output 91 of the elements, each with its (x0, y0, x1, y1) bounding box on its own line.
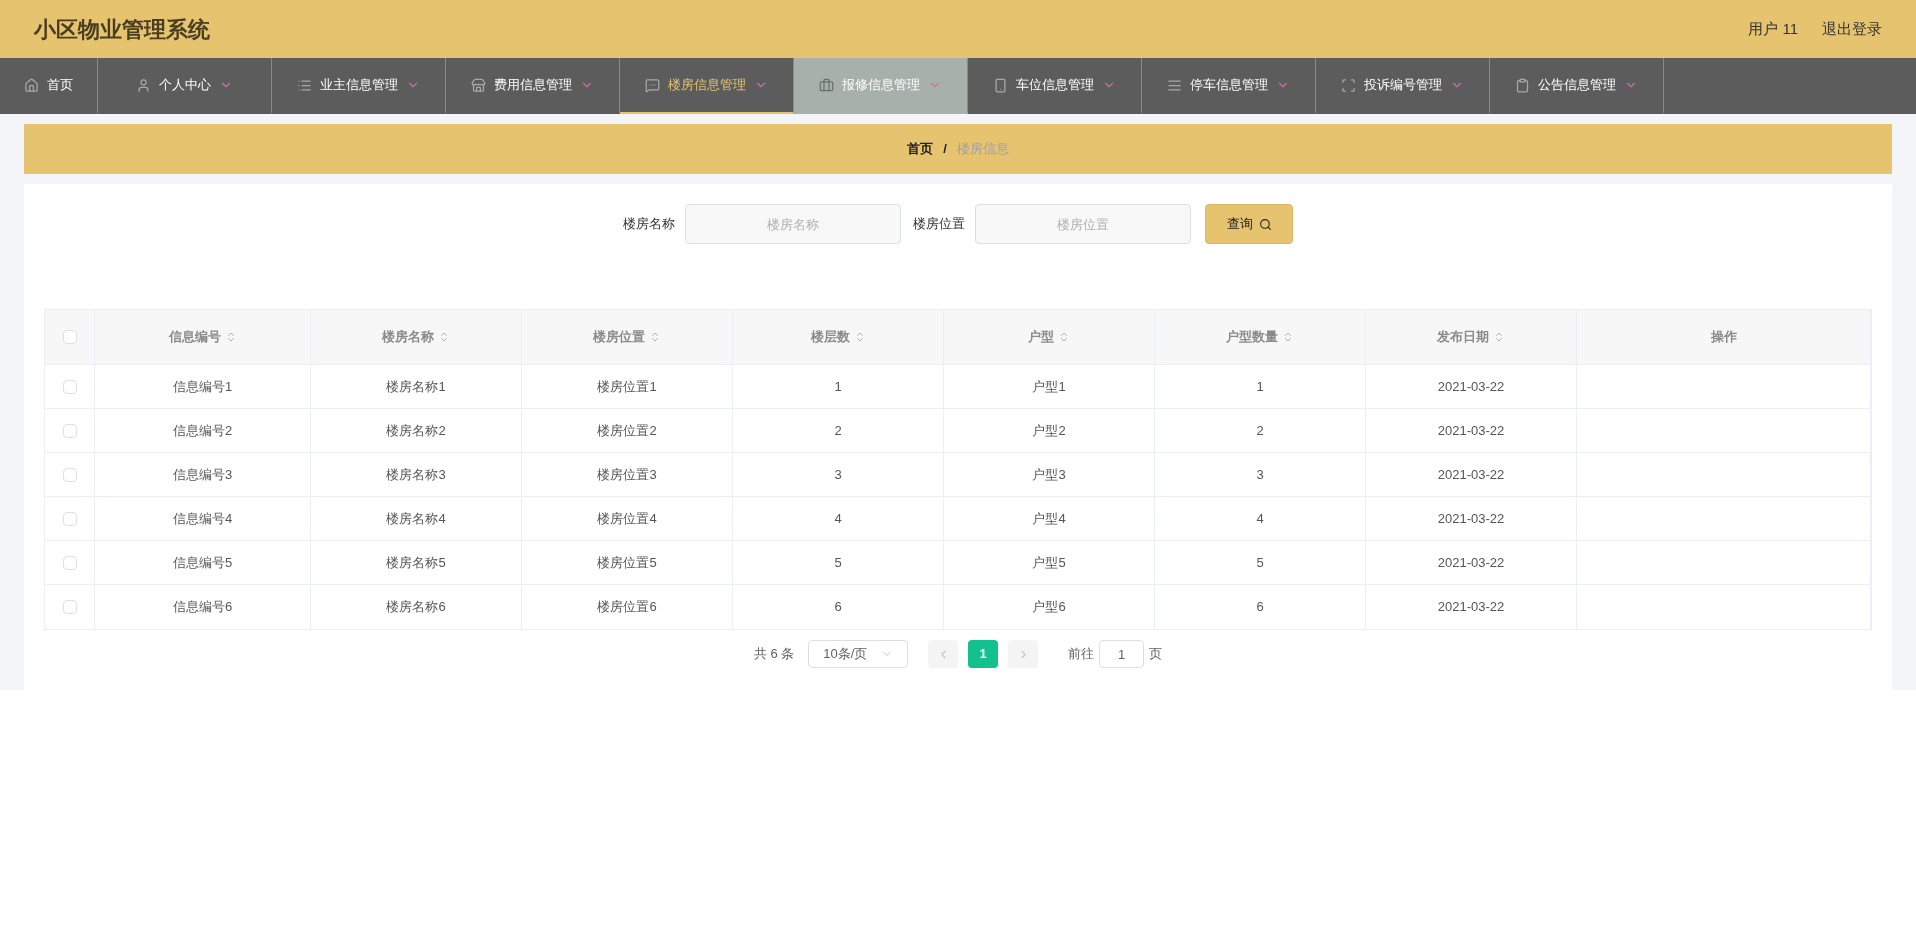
table-cell-text: 楼房名称5 (386, 553, 446, 572)
table-cell-text: 信息编号3 (172, 465, 233, 484)
checkbox[interactable] (62, 330, 77, 344)
column-header: 楼房位置 (593, 328, 645, 347)
goto-page-field[interactable]: 1 (1099, 640, 1145, 668)
table-cell-text: 楼房位置5 (597, 553, 657, 572)
breadcrumb-separator: / (943, 140, 947, 159)
table-cell-text: 信息编号1 (172, 377, 233, 396)
column-header: 户型数量 (1226, 328, 1278, 347)
breadcrumb-current: 楼房信息 (956, 140, 1009, 159)
lines-icon (1167, 77, 1182, 93)
sort-icon[interactable] (649, 331, 661, 343)
table-cell-text: 楼房名称3 (386, 465, 446, 484)
field-label: 楼房位置 (913, 215, 965, 234)
table-cell-text: 2021-03-22 (1437, 377, 1505, 396)
table-cell-text: 楼房名称2 (386, 421, 446, 440)
table-cell-text: 2021-03-22 (1437, 553, 1505, 572)
table-cell-text: 户型4 (1032, 509, 1066, 528)
table-cell-text: 2021-03-22 (1437, 598, 1505, 617)
table-cell-text: 信息编号5 (172, 553, 233, 572)
table-cell-text: 楼房名称4 (386, 509, 446, 528)
table-cell-text: 楼房位置4 (597, 509, 657, 528)
table-cell-text: 楼房名称6 (386, 598, 446, 617)
store-icon (471, 77, 486, 93)
field-label: 楼房名称 (623, 215, 675, 234)
checkbox[interactable] (62, 555, 77, 570)
next-page-button[interactable] (1008, 640, 1039, 668)
home-icon (24, 77, 39, 93)
table-cell-text: 1 (834, 377, 842, 396)
column-header: 户型 (1028, 328, 1054, 347)
table-cell-text: 2 (1256, 421, 1264, 440)
sort-icon[interactable] (438, 331, 450, 343)
user-icon (136, 77, 151, 93)
table-cell-text: 户型3 (1032, 465, 1066, 484)
breadcrumb-link[interactable]: 首页 (907, 139, 934, 159)
table-cell-text: 3 (834, 465, 842, 484)
table-cell-text: 2021-03-22 (1437, 465, 1505, 484)
table-cell-text: 2 (834, 421, 842, 440)
search-icon (1258, 217, 1272, 231)
total-count: 共 6 条 (753, 645, 795, 664)
phone-icon (993, 77, 1008, 93)
checkbox[interactable] (62, 379, 77, 394)
table-cell-text: 楼房位置2 (597, 421, 657, 440)
clipboard-icon (1515, 77, 1530, 93)
table-cell-text: 楼房位置1 (597, 377, 657, 396)
goto-suffix: 页 (1149, 645, 1163, 664)
app-title: 小区物业管理系统 (34, 15, 210, 44)
table-cell-text: 楼房位置3 (597, 465, 657, 484)
checkbox[interactable] (62, 467, 77, 482)
page-size-select[interactable]: 10条/页 (808, 640, 909, 668)
search-field[interactable]: 楼房位置 (975, 204, 1191, 244)
sort-icon[interactable] (1058, 331, 1070, 343)
table-cell-text: 楼房名称1 (386, 377, 446, 396)
table-cell-text: 信息编号6 (172, 598, 233, 617)
table-cell-text: 4 (834, 509, 842, 528)
goto-label: 前往 (1068, 645, 1095, 664)
checkbox[interactable] (62, 600, 77, 614)
checkbox[interactable] (62, 423, 77, 438)
table-cell-text: 楼房位置6 (597, 598, 657, 617)
table-cell-text: 户型5 (1032, 553, 1066, 572)
list-icon (297, 77, 312, 93)
table-cell-text: 6 (1256, 598, 1264, 617)
user-name: 用户 11 (1748, 18, 1798, 39)
table-cell-text: 户型1 (1032, 377, 1066, 396)
logout-link[interactable]: 退出登录 (1822, 17, 1882, 41)
table-cell-text: 5 (1256, 553, 1264, 572)
column-header: 楼层数 (810, 328, 850, 347)
column-header: 操作 (1710, 328, 1737, 347)
column-header: 信息编号 (168, 328, 221, 347)
table-cell-text: 3 (1256, 465, 1264, 484)
table-cell-text: 户型6 (1032, 598, 1066, 617)
table-cell-text: 信息编号4 (172, 509, 233, 528)
sort-icon[interactable] (1282, 331, 1294, 343)
table-cell-text: 1 (1256, 377, 1264, 396)
table-cell-text: 2021-03-22 (1437, 421, 1505, 440)
checkbox[interactable] (62, 511, 77, 526)
table-cell-text: 户型2 (1032, 421, 1066, 440)
sort-icon[interactable] (1493, 331, 1505, 343)
chat-icon (645, 77, 660, 93)
table-cell-text: 信息编号2 (172, 421, 233, 440)
column-header: 楼房名称 (382, 328, 434, 347)
table-cell-text: 5 (834, 553, 842, 572)
briefcase-icon (819, 77, 834, 93)
column-header: 发布日期 (1437, 328, 1489, 347)
table-cell-text: 2021-03-22 (1437, 509, 1505, 528)
search-button[interactable]: 查询 (1205, 204, 1293, 244)
search-field[interactable]: 楼房名称 (685, 204, 901, 244)
table-cell-text: 4 (1256, 509, 1264, 528)
scan-icon (1341, 77, 1356, 93)
prev-page-button[interactable] (928, 640, 959, 668)
table-cell-text: 6 (834, 598, 842, 617)
